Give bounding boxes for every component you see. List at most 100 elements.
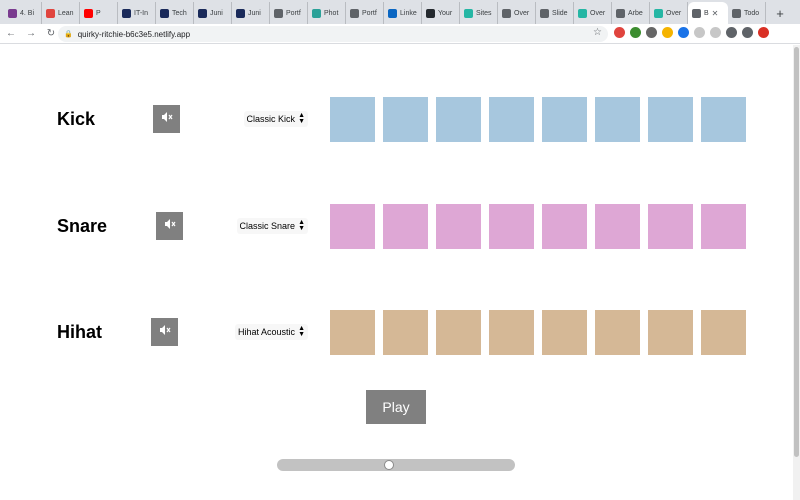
tab-title: Slide — [552, 9, 568, 17]
beat-pad[interactable] — [648, 204, 693, 249]
select-arrows-icon: ▲ ▼ — [298, 219, 305, 232]
browser-tab[interactable]: Your — [422, 2, 460, 24]
browser-tab[interactable]: 4. Bi — [4, 2, 42, 24]
tab-title: Arbe — [628, 9, 643, 17]
beat-pad[interactable] — [542, 97, 587, 142]
extension-icon[interactable] — [662, 27, 673, 38]
bookmark-star-icon[interactable]: ☆ — [593, 27, 602, 38]
browser-tab[interactable]: Over — [498, 2, 536, 24]
extension-icon[interactable] — [630, 27, 641, 38]
tempo-slider[interactable] — [277, 459, 515, 471]
browser-tab[interactable]: Tech — [156, 2, 194, 24]
browser-tab[interactable]: Sites — [460, 2, 498, 24]
beat-pad[interactable] — [542, 310, 587, 355]
browser-tab[interactable]: Juni — [232, 2, 270, 24]
tab-favicon-icon — [388, 8, 397, 18]
track-row-hihat: Hihat Hihat Acoustic ▲ ▼ — [0, 310, 793, 360]
browser-tab[interactable]: Portf — [270, 2, 308, 24]
tab-title: Portf — [362, 9, 377, 17]
browser-tab-strip: 4. Bi Lean P IT-In Tech Juni Juni Portf Phot Port… — [0, 0, 800, 24]
sound-select-value: Classic Snare — [239, 221, 296, 231]
beat-pad[interactable] — [595, 204, 640, 249]
browser-tab[interactable]: P — [80, 2, 118, 24]
track-name: Snare — [57, 216, 108, 236]
mute-button[interactable] — [156, 212, 183, 240]
extension-icon[interactable] — [742, 27, 753, 38]
tempo-slider-handle[interactable] — [384, 460, 395, 470]
sound-select[interactable]: Classic Kick ▲ ▼ — [243, 111, 308, 127]
tab-favicon-icon — [616, 8, 625, 18]
browser-tab[interactable]: Phot — [308, 2, 346, 24]
tab-favicon-icon — [350, 8, 359, 18]
pad-row — [330, 310, 746, 355]
sound-select[interactable]: Hihat Acoustic ▲ ▼ — [235, 324, 308, 340]
browser-tab[interactable]: Lean — [42, 2, 80, 24]
forward-button[interactable]: → — [22, 25, 40, 43]
extension-icon[interactable] — [726, 27, 737, 38]
tab-title: Todo — [744, 9, 760, 17]
browser-tab[interactable]: Slide — [536, 2, 574, 24]
beat-pad[interactable] — [330, 204, 375, 249]
sound-select-value: Hihat Acoustic — [238, 327, 296, 337]
mute-button[interactable] — [151, 318, 178, 346]
sound-select[interactable]: Classic Snare ▲ ▼ — [236, 218, 308, 234]
extension-icons — [614, 27, 769, 38]
beat-pad[interactable] — [595, 97, 640, 142]
browser-tab[interactable]: Todo — [728, 2, 766, 24]
back-button[interactable]: ← — [2, 25, 20, 43]
browser-tab[interactable]: IT-In — [118, 2, 156, 24]
page-scrollbar[interactable] — [793, 45, 800, 500]
browser-tab[interactable]: Over — [650, 2, 688, 24]
play-button[interactable]: Play — [366, 390, 426, 424]
track-name: Hihat — [57, 322, 102, 342]
extension-icon[interactable] — [694, 27, 705, 38]
address-bar[interactable]: 🔒 quirky-ritchie-b6c3e5.netlify.app ☆ — [58, 26, 608, 42]
browser-tab[interactable]: Portf — [346, 2, 384, 24]
browser-tab[interactable]: Over — [574, 2, 612, 24]
beat-pad[interactable] — [383, 310, 428, 355]
beat-pad[interactable] — [489, 204, 534, 249]
beat-pad[interactable] — [701, 310, 746, 355]
beat-pad[interactable] — [436, 310, 481, 355]
beat-pad[interactable] — [330, 310, 375, 355]
close-tab-icon[interactable]: ✕ — [712, 9, 719, 18]
beat-pad[interactable] — [383, 97, 428, 142]
beat-pad[interactable] — [330, 97, 375, 142]
tab-title: Phot — [324, 9, 339, 17]
beat-pad[interactable] — [489, 97, 534, 142]
beat-pad[interactable] — [436, 97, 481, 142]
tab-title: B — [704, 9, 709, 17]
extension-icon[interactable] — [758, 27, 769, 38]
beat-pad[interactable] — [648, 97, 693, 142]
browser-tab[interactable]: Linke — [384, 2, 422, 24]
beat-pad[interactable] — [648, 310, 693, 355]
tab-title: Over — [590, 9, 606, 17]
drum-machine-page: Kick Classic Kick ▲ ▼ Snare Classic Snare ▲ ▼ Hi… — [0, 45, 793, 500]
beat-pad[interactable] — [436, 204, 481, 249]
tab-title: Sites — [476, 9, 492, 17]
beat-pad[interactable] — [701, 204, 746, 249]
new-tab-button[interactable]: + — [770, 2, 790, 24]
browser-tab[interactable]: Arbe — [612, 2, 650, 24]
beat-pad[interactable] — [489, 310, 534, 355]
beat-pad[interactable] — [542, 204, 587, 249]
extension-icon[interactable] — [678, 27, 689, 38]
track-row-kick: Kick Classic Kick ▲ ▼ — [0, 97, 793, 147]
beat-pad[interactable] — [595, 310, 640, 355]
extension-icon[interactable] — [646, 27, 657, 38]
mute-speaker-icon — [161, 110, 173, 128]
beat-pad[interactable] — [701, 97, 746, 142]
arrow-left-icon: ← — [6, 28, 16, 39]
beat-pad[interactable] — [383, 204, 428, 249]
scrollbar-thumb[interactable] — [794, 47, 799, 457]
tab-favicon-icon — [84, 8, 93, 18]
url-text: quirky-ritchie-b6c3e5.netlify.app — [77, 29, 191, 39]
tab-favicon-icon — [236, 8, 245, 18]
tab-title: Linke — [400, 9, 417, 17]
extension-icon[interactable] — [614, 27, 625, 38]
extension-icon[interactable] — [710, 27, 721, 38]
browser-tab[interactable]: Juni — [194, 2, 232, 24]
tab-title: 4. Bi — [20, 9, 35, 17]
browser-tab[interactable]: B ✕ — [688, 2, 728, 24]
mute-button[interactable] — [153, 105, 180, 133]
